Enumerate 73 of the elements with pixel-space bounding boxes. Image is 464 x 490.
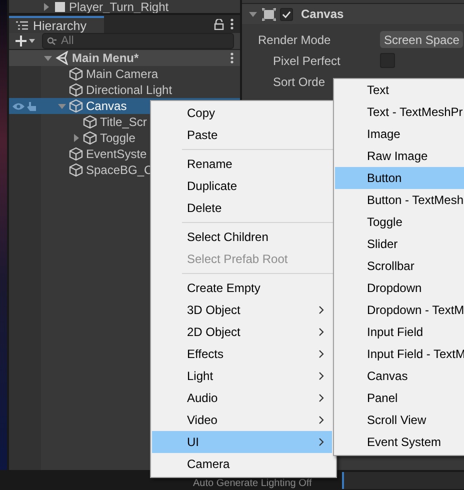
menu-item[interactable]: Audio xyxy=(152,387,332,409)
menu-item[interactable]: Paste xyxy=(152,124,332,146)
menu-item[interactable]: Effects xyxy=(152,343,332,365)
add-button[interactable] xyxy=(15,35,36,47)
menu-item[interactable]: Text xyxy=(335,79,464,101)
item-label: Title_Scr xyxy=(100,115,147,129)
status-text: Auto Generate Lighting Off xyxy=(193,478,312,490)
cube-icon xyxy=(69,147,83,161)
menu-item[interactable]: Raw Image xyxy=(335,145,464,167)
hierarchy-item[interactable]: Main Camera xyxy=(9,66,240,82)
cube-icon xyxy=(83,131,97,145)
menu-item[interactable]: Text - TextMeshPr xyxy=(335,101,464,123)
menu-item[interactable]: Camera xyxy=(152,453,332,475)
render-mode-dropdown[interactable]: Screen Space xyxy=(380,31,464,48)
menu-item[interactable]: Dropdown xyxy=(335,277,464,299)
menu-item[interactable]: UI xyxy=(152,431,332,453)
cube-icon xyxy=(69,67,83,81)
lock-icon[interactable] xyxy=(214,18,224,30)
scene-icon xyxy=(55,51,69,65)
list-icon xyxy=(16,21,28,30)
menu-item[interactable]: Duplicate xyxy=(152,175,332,197)
menu-item[interactable]: Toggle xyxy=(335,211,464,233)
menu-item[interactable]: Scrollbar xyxy=(335,255,464,277)
menu-item[interactable]: 2D Object xyxy=(152,321,332,343)
menu-item[interactable]: Video xyxy=(152,409,332,431)
item-label: SpaceBG_C xyxy=(86,163,153,177)
menu-item[interactable]: Light xyxy=(152,365,332,387)
collapse-arrow-icon[interactable] xyxy=(71,133,81,143)
menu-item[interactable]: Button xyxy=(335,167,464,189)
cube-icon xyxy=(83,115,97,129)
more-icon[interactable] xyxy=(230,18,234,30)
expand-arrow-icon[interactable] xyxy=(43,53,53,63)
item-label: Canvas xyxy=(86,99,127,113)
menu-item[interactable]: Image xyxy=(335,123,464,145)
menu-item[interactable]: 3D Object xyxy=(152,299,332,321)
hierarchy-item[interactable]: Directional Light xyxy=(9,82,240,98)
cube-icon xyxy=(69,99,83,113)
item-label: Directional Light xyxy=(86,83,172,97)
menu-item[interactable]: Create Empty xyxy=(152,277,332,299)
menu-item[interactable]: Slider xyxy=(335,233,464,255)
field-label: Sort Orde xyxy=(272,74,326,88)
item-label: EventSyste xyxy=(86,147,147,161)
expand-arrow-icon[interactable] xyxy=(248,9,258,19)
hierarchy-item[interactable]: Main Menu* xyxy=(9,50,240,66)
expand-arrow-icon[interactable] xyxy=(57,101,67,111)
field-label: Pixel Perfect xyxy=(272,54,342,68)
item-label: Main Camera xyxy=(86,67,158,81)
menu-item[interactable]: Button - TextMesh xyxy=(335,189,464,211)
more-icon[interactable] xyxy=(230,52,234,64)
field-label: Render Mode xyxy=(257,32,332,46)
search-field[interactable]: All xyxy=(42,33,234,49)
menu-item[interactable]: Delete xyxy=(152,197,332,219)
item-label: Toggle xyxy=(100,131,136,145)
component-checkbox[interactable] xyxy=(280,8,293,20)
cube-icon xyxy=(69,83,83,97)
menu-item[interactable]: Panel xyxy=(335,387,464,409)
search-icon xyxy=(47,37,57,45)
menu-item[interactable]: Event System xyxy=(335,431,464,453)
collapse-arrow-icon[interactable] xyxy=(41,2,51,12)
menu-item[interactable]: Dropdown - TextM xyxy=(335,299,464,321)
menu-item[interactable]: Rename xyxy=(152,153,332,175)
object-icon xyxy=(55,2,65,12)
menu-item[interactable]: Canvas xyxy=(335,365,464,387)
rect-icon xyxy=(262,8,276,20)
menu-item[interactable]: Select Children xyxy=(152,226,332,248)
component-title: Canvas xyxy=(301,7,344,21)
menu-item[interactable]: Scroll View xyxy=(335,409,464,431)
item-label: Main Menu* xyxy=(72,51,139,65)
cube-icon xyxy=(69,163,83,177)
hierarchy-tab[interactable]: Hierarchy xyxy=(9,16,104,33)
menu-item[interactable]: Input Field xyxy=(335,321,464,343)
eye-icon[interactable] xyxy=(12,102,25,110)
hand-icon[interactable] xyxy=(27,100,37,112)
